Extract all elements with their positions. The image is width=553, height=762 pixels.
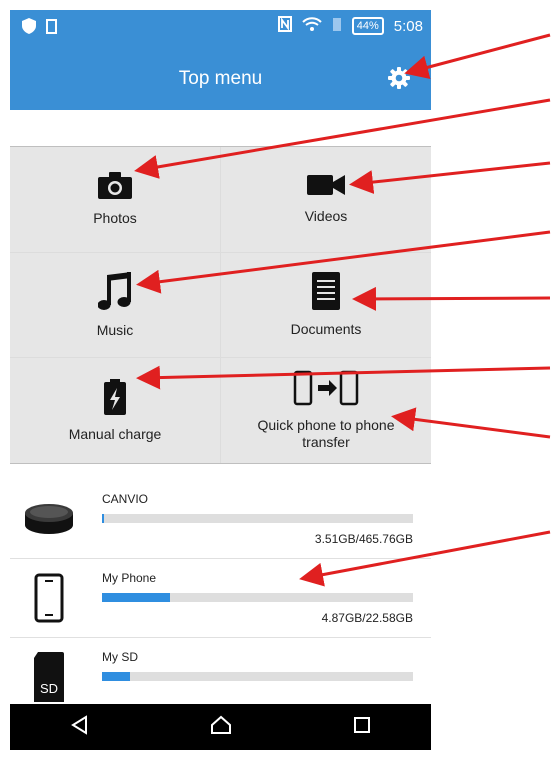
music-note-icon xyxy=(97,271,132,316)
signal-icon xyxy=(332,17,342,36)
videos-label: Videos xyxy=(304,208,348,225)
storage-usage-fill xyxy=(102,672,130,681)
manual-charge-label: Manual charge xyxy=(68,425,162,442)
storage-name: My SD xyxy=(102,650,138,664)
phone-screen: 44% 5:08 Top menu Photos Videos Music Do… xyxy=(10,10,431,750)
document-icon xyxy=(312,271,340,315)
external-drive-icon xyxy=(24,492,74,546)
wifi-icon xyxy=(302,16,322,36)
phone-transfer-icon xyxy=(293,370,359,411)
battery-indicator: 44% xyxy=(351,17,384,35)
menu-grid: Photos Videos Music Documents Manual cha… xyxy=(10,146,431,464)
app-bar: Top menu xyxy=(10,46,431,110)
page-title: Top menu xyxy=(178,68,263,89)
phone-transfer-tile[interactable]: Quick phone to phone transfer xyxy=(221,358,431,463)
storage-name: My Phone xyxy=(102,571,157,585)
storage-usage-bar xyxy=(102,514,413,523)
music-label: Music xyxy=(96,321,134,338)
storage-usage-bar xyxy=(102,593,413,602)
videos-tile[interactable]: Videos xyxy=(221,147,431,252)
svg-text:SD: SD xyxy=(40,681,58,696)
storage-item-canvio[interactable]: CANVIO 3.51GB/465.76GB xyxy=(10,480,431,559)
storage-usage-fill xyxy=(102,514,105,523)
sd-card-icon: SD xyxy=(24,650,74,704)
sim-card-icon xyxy=(46,18,57,39)
photos-tile[interactable]: Photos xyxy=(10,147,220,252)
shield-icon xyxy=(22,18,36,39)
clock: 5:08 xyxy=(393,17,423,35)
photos-label: Photos xyxy=(93,210,137,227)
annotation-arrow xyxy=(404,33,551,80)
home-button-icon[interactable] xyxy=(210,715,232,740)
settings-gear-icon[interactable] xyxy=(387,66,411,90)
documents-label: Documents xyxy=(290,320,362,337)
storage-name: CANVIO xyxy=(102,492,149,506)
video-camera-icon xyxy=(307,173,345,202)
status-bar: 44% 5:08 xyxy=(10,10,431,46)
phone-icon xyxy=(24,571,74,625)
storage-size: 4.87GB/22.58GB xyxy=(321,611,413,625)
battery-charge-icon xyxy=(104,378,126,420)
phone-transfer-label: Quick phone to phone transfer xyxy=(257,417,395,451)
storage-usage-bar xyxy=(102,672,413,681)
recents-button-icon[interactable] xyxy=(353,716,371,739)
documents-tile[interactable]: Documents xyxy=(221,252,431,358)
nfc-icon xyxy=(277,16,292,36)
storage-usage-fill xyxy=(102,593,171,602)
navigation-bar xyxy=(10,704,431,750)
storage-size: 3.51GB/465.76GB xyxy=(314,532,413,546)
music-tile[interactable]: Music xyxy=(10,252,220,358)
storage-item-my-phone[interactable]: My Phone 4.87GB/22.58GB xyxy=(10,559,431,638)
manual-charge-tile[interactable]: Manual charge xyxy=(10,358,220,463)
back-button-icon[interactable] xyxy=(70,714,90,740)
camera-icon xyxy=(98,171,132,204)
storage-list: CANVIO 3.51GB/465.76GB My Phone 4.87GB/2… xyxy=(10,480,431,716)
